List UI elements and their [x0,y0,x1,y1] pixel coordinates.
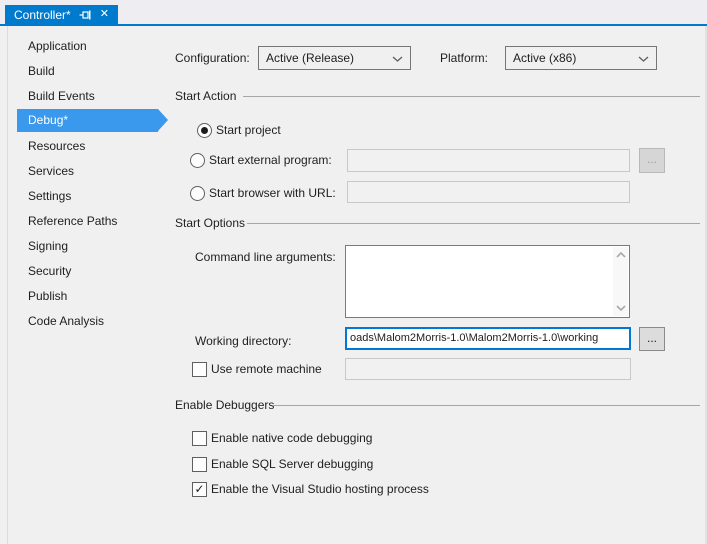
command-line-arguments-label: Command line arguments: [195,250,336,264]
chevron-down-icon [392,51,403,65]
configuration-value: Active (Release) [266,51,354,65]
sidebar-item-build[interactable]: Build [28,59,55,84]
start-action-title: Start Action [175,89,236,103]
sidebar-item-build-events[interactable]: Build Events [28,84,95,109]
sidebar-item-publish[interactable]: Publish [28,284,67,309]
enable-sql-server-debugging-checkbox[interactable] [192,457,207,472]
start-browser-url-label[interactable]: Start browser with URL: [209,186,336,200]
use-remote-machine-checkbox[interactable] [192,362,207,377]
scroll-up-icon[interactable] [616,252,626,258]
document-tab-bar: Controller* ✕ [0,0,707,24]
close-icon[interactable]: ✕ [100,9,109,20]
enable-native-code-debugging-label[interactable]: Enable native code debugging [211,431,372,445]
platform-value: Active (x86) [513,51,576,65]
working-directory-label: Working directory: [195,334,291,348]
left-edge-rule [7,26,8,544]
platform-label: Platform: [440,46,488,70]
use-remote-machine-label[interactable]: Use remote machine [211,362,322,376]
sidebar-item-security[interactable]: Security [28,259,71,284]
tab-title: Controller* [14,8,71,22]
command-line-arguments-textarea[interactable] [345,245,630,318]
enable-sql-server-debugging-label[interactable]: Enable SQL Server debugging [211,457,373,471]
configuration-label: Configuration: [175,46,250,70]
browse-working-directory-button[interactable]: ... [639,327,665,351]
sidebar-item-code-analysis[interactable]: Code Analysis [28,309,104,334]
start-browser-url-input [347,181,630,203]
check-icon: ✓ [193,483,206,496]
enable-vs-hosting-process-label[interactable]: Enable the Visual Studio hosting process [211,482,429,496]
start-external-program-label[interactable]: Start external program: [209,153,332,167]
tab-accent-line [0,24,707,26]
remote-machine-input [345,358,631,380]
chevron-down-icon [638,51,649,65]
platform-dropdown[interactable]: Active (x86) [505,46,657,70]
section-divider [247,223,700,224]
working-directory-value: oads\Malom2Morris-1.0\Malom2Morris-1.0\w… [347,329,629,348]
pin-icon[interactable] [79,9,92,21]
project-designer-window: Controller* ✕ Application Build Build Ev… [0,0,707,544]
start-project-label[interactable]: Start project [216,123,281,137]
sidebar-item-debug[interactable]: Debug* [17,109,158,132]
sidebar-item-services[interactable]: Services [28,159,74,184]
enable-debuggers-title: Enable Debuggers [175,398,274,412]
sidebar-item-signing[interactable]: Signing [28,234,68,259]
section-divider [243,96,700,97]
sidebar-item-resources[interactable]: Resources [28,134,85,159]
sidebar-item-settings[interactable]: Settings [28,184,71,209]
document-tab-controller[interactable]: Controller* ✕ [5,5,118,24]
scroll-down-icon[interactable] [616,305,626,311]
enable-native-code-debugging-checkbox[interactable] [192,431,207,446]
start-external-program-input [347,149,630,172]
enable-vs-hosting-process-checkbox[interactable]: ✓ [192,482,207,497]
start-external-program-radio[interactable] [190,153,205,168]
start-options-title: Start Options [175,216,245,230]
start-browser-url-radio[interactable] [190,186,205,201]
sidebar-item-reference-paths[interactable]: Reference Paths [28,209,117,234]
sidebar-item-application[interactable]: Application [28,34,87,59]
start-project-radio[interactable] [197,123,212,138]
browse-external-program-button: ... [639,148,665,173]
working-directory-input[interactable]: oads\Malom2Morris-1.0\Malom2Morris-1.0\w… [345,327,631,350]
configuration-dropdown[interactable]: Active (Release) [258,46,411,70]
section-divider [273,405,700,406]
